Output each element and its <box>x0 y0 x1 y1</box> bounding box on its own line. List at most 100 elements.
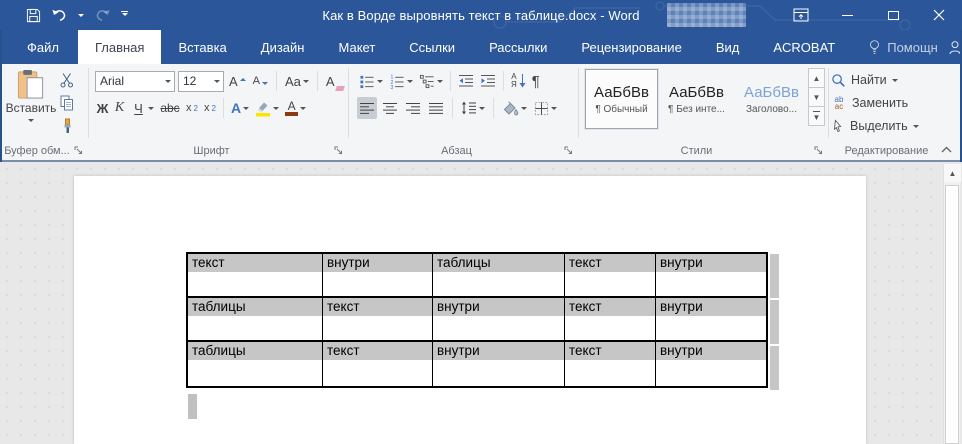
multilevel-caret[interactable] <box>437 80 443 86</box>
style-scroll-up-button[interactable]: ▲ <box>808 68 825 88</box>
font-size-caret[interactable] <box>214 80 220 86</box>
table-cell[interactable]: таблицы <box>433 254 565 296</box>
style-normal[interactable]: АаБбВв ¶ Обычный <box>585 69 658 129</box>
tab-acrobat[interactable]: ACROBAT <box>756 30 852 64</box>
maximize-button[interactable] <box>870 0 916 30</box>
table-cell[interactable]: текст <box>323 342 433 386</box>
borders-button[interactable] <box>532 97 559 119</box>
grow-font-button[interactable]: A <box>227 70 248 92</box>
table-cell[interactable]: внутри <box>433 298 565 340</box>
tab-layout[interactable]: Макет <box>321 30 392 64</box>
replace-button[interactable]: ab ac Заменить <box>831 94 919 112</box>
table-cell[interactable]: внутри <box>656 342 766 386</box>
table-cell[interactable]: внутри <box>656 298 766 340</box>
table-cell[interactable]: внутри <box>323 254 433 296</box>
select-caret[interactable] <box>913 125 919 131</box>
highlight-button[interactable] <box>253 97 281 119</box>
align-center-button[interactable] <box>380 97 400 119</box>
style-gallery-more-button[interactable]: ▼ <box>808 106 825 126</box>
change-case-button[interactable]: Aa <box>283 70 311 92</box>
table-cell[interactable]: таблицы <box>188 298 323 340</box>
scroll-up-button[interactable]: ▲ <box>944 164 961 182</box>
customize-qat-button[interactable] <box>121 4 128 26</box>
increase-indent-button[interactable] <box>478 70 498 92</box>
strikethrough-button[interactable]: abc <box>158 97 182 119</box>
tab-view[interactable]: Вид <box>699 30 757 64</box>
bold-button[interactable]: Ж <box>95 97 110 119</box>
borders-caret[interactable] <box>551 107 557 113</box>
copy-icon[interactable] <box>59 95 75 111</box>
select-button[interactable]: Выделить <box>831 117 919 135</box>
table-cell[interactable]: текст <box>565 254 656 296</box>
table-cell[interactable]: текст <box>323 298 433 340</box>
text-effects-button[interactable]: A <box>229 97 251 119</box>
cut-icon[interactable] <box>59 72 75 88</box>
numbering-button[interactable]: 123 <box>387 70 415 92</box>
tab-review[interactable]: Рецензирование <box>564 30 698 64</box>
clipboard-dialog-launcher[interactable] <box>74 146 84 156</box>
vertical-scrollbar[interactable]: ▲ <box>943 164 960 444</box>
document-page[interactable]: текст внутри таблицы текст внутри таблиц… <box>74 176 866 444</box>
table-cell[interactable]: текст <box>188 254 323 296</box>
find-button[interactable]: Найти <box>831 71 919 89</box>
font-color-caret[interactable] <box>300 107 306 113</box>
multilevel-list-button[interactable] <box>417 70 445 92</box>
tab-references[interactable]: Ссылки <box>392 30 472 64</box>
minimize-button[interactable] <box>824 0 870 30</box>
scrollbar-thumb[interactable] <box>945 185 959 444</box>
sort-button[interactable]: АЯ <box>509 70 528 92</box>
collapse-ribbon-button[interactable] <box>941 146 952 153</box>
shading-caret[interactable] <box>521 107 527 113</box>
line-spacing-button[interactable] <box>459 97 487 119</box>
clear-formatting-button[interactable]: A <box>324 70 337 92</box>
shading-button[interactable] <box>500 97 529 119</box>
font-name-caret[interactable] <box>165 80 171 86</box>
close-button[interactable] <box>916 0 962 30</box>
show-marks-button[interactable]: ¶ <box>530 70 542 92</box>
font-color-button[interactable]: А <box>283 97 308 119</box>
justify-button[interactable] <box>426 97 446 119</box>
superscript-button[interactable]: x2 <box>202 97 218 119</box>
text-effects-caret[interactable] <box>243 107 249 113</box>
tab-insert[interactable]: Вставка <box>161 30 243 64</box>
italic-button[interactable]: К <box>112 97 127 119</box>
format-painter-icon[interactable] <box>60 118 75 134</box>
tab-design[interactable]: Дизайн <box>244 30 322 64</box>
style-no-spacing[interactable]: АаБбВв ¶ Без инте... <box>660 69 733 129</box>
bullets-caret[interactable] <box>377 80 383 86</box>
paste-button[interactable]: Вставить <box>6 69 56 125</box>
save-button[interactable] <box>26 4 41 26</box>
underline-caret[interactable] <box>148 107 154 113</box>
align-left-button[interactable] <box>357 97 377 119</box>
align-right-button[interactable] <box>403 97 423 119</box>
underline-button[interactable]: Ч <box>129 97 156 119</box>
style-heading[interactable]: АаБбВв Заголово... <box>735 69 808 129</box>
table-cell[interactable]: текст <box>565 342 656 386</box>
table-cell[interactable]: внутри <box>656 254 766 296</box>
line-spacing-caret[interactable] <box>479 107 485 113</box>
table-cell[interactable]: внутри <box>433 342 565 386</box>
bullets-button[interactable] <box>357 70 385 92</box>
decrease-indent-button[interactable] <box>456 70 476 92</box>
paste-dropdown-caret[interactable] <box>28 119 34 125</box>
numbering-caret[interactable] <box>407 80 413 86</box>
font-name-combo[interactable]: Arial <box>95 71 175 92</box>
tab-file[interactable]: Файл <box>8 30 78 64</box>
ribbon-display-options-button[interactable] <box>778 0 824 30</box>
find-caret[interactable] <box>892 79 898 85</box>
subscript-button[interactable]: x2 <box>184 97 200 119</box>
undo-dropdown-caret[interactable] <box>78 14 84 20</box>
shrink-font-button[interactable]: A <box>251 70 270 92</box>
table-cell[interactable]: текст <box>565 298 656 340</box>
style-scroll-down-button[interactable]: ▼ <box>808 87 825 107</box>
tab-mailings[interactable]: Рассылки <box>472 30 564 64</box>
tab-home[interactable]: Главная <box>78 30 161 64</box>
styles-dialog-launcher[interactable] <box>814 146 824 156</box>
font-size-combo[interactable]: 12 <box>178 71 224 92</box>
paragraph-dialog-launcher[interactable] <box>564 146 574 156</box>
table-cell[interactable]: таблицы <box>188 342 323 386</box>
undo-button[interactable] <box>51 4 68 26</box>
font-dialog-launcher[interactable] <box>334 146 344 156</box>
highlight-caret[interactable] <box>273 107 279 113</box>
tell-me-box[interactable]: Помощн <box>858 30 948 64</box>
